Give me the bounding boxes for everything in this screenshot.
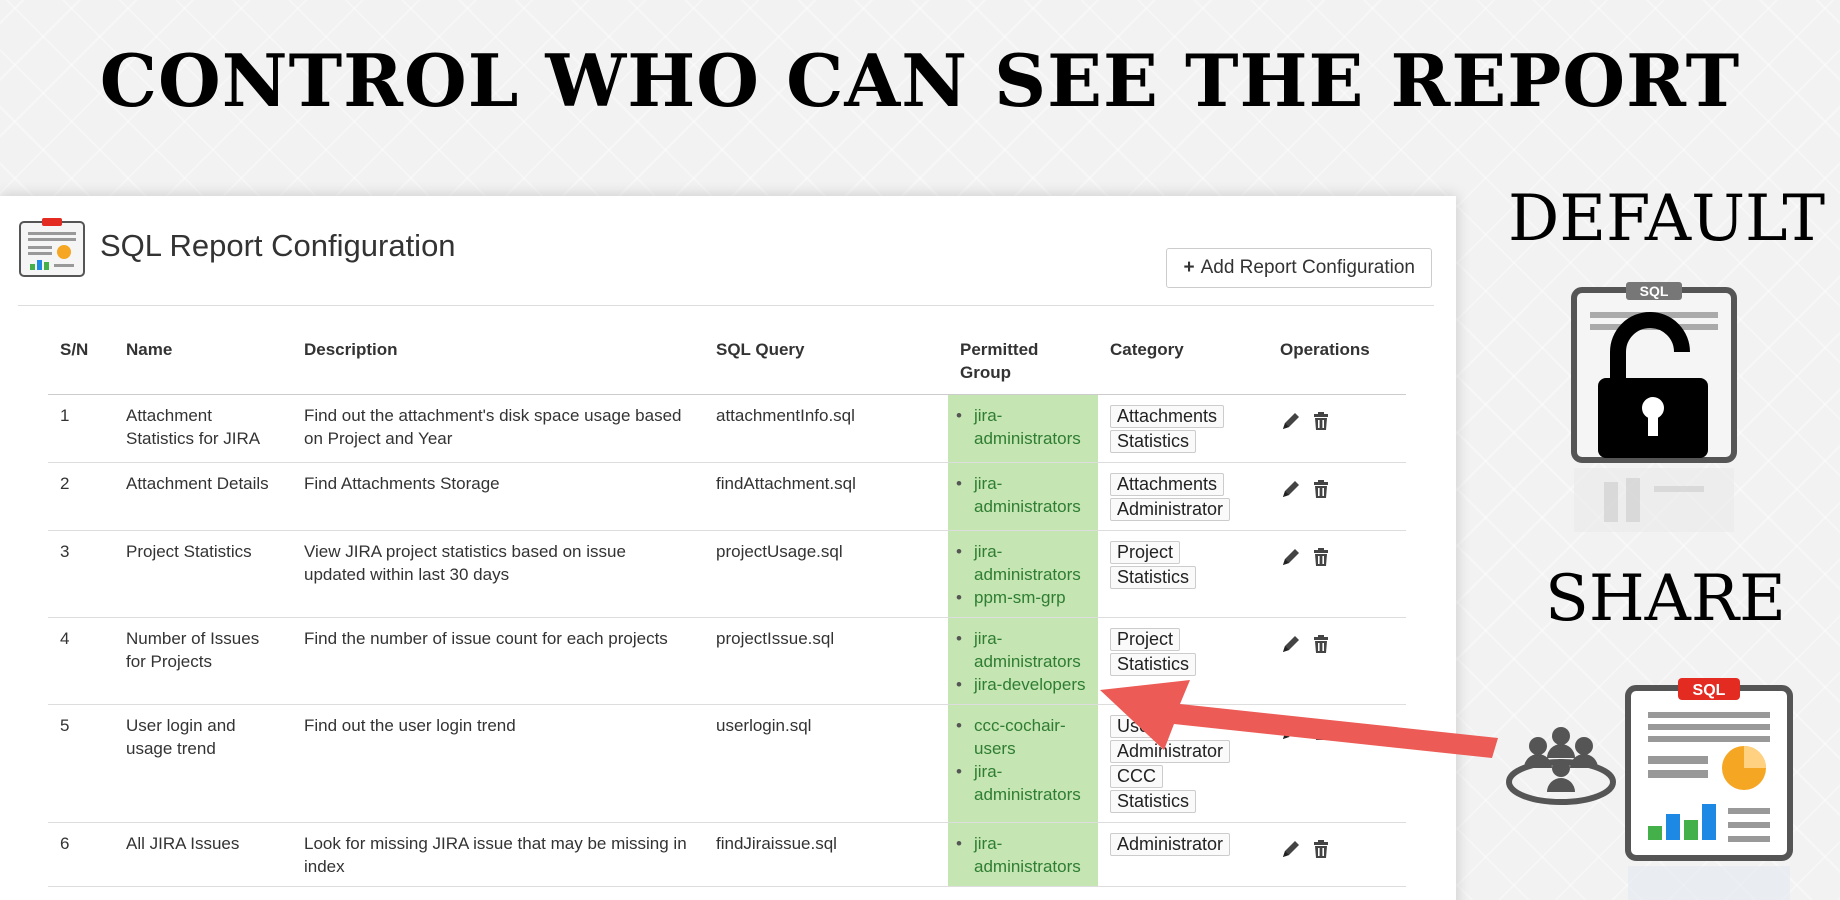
cell-sql-query: findJiraissue.sql [704,822,948,887]
cell-sn: 4 [48,617,114,705]
cell-description: Find Attachments Storage [292,462,704,531]
cell-description: Find out the attachment's disk space usa… [292,394,704,463]
col-operations: Operations [1268,326,1406,395]
permitted-group-item: jira-developers [954,673,1086,696]
category-tag[interactable]: Attachments [1110,405,1225,428]
category-tag[interactable]: Project [1110,628,1181,651]
permitted-group-item: jira-administrators [954,760,1086,806]
category-tag[interactable]: Statistics [1110,790,1197,813]
panel-title: SQL Report Configuration [100,228,456,263]
cell-description: Look for missing JIRA issue that may be … [292,822,704,887]
delete-icon[interactable] [1310,838,1332,860]
headline: CONTROL WHO CAN SEE THE REPORT [99,38,1741,123]
cell-description: Find out the user login trend [292,704,704,823]
cell-description: Find the number of issue count for each … [292,617,704,705]
sql-report-panel: SQL Report Configuration + Add Report Con… [0,196,1456,900]
category-tag[interactable]: Statistics [1110,653,1197,676]
permitted-group-item: jira-administrators [954,627,1086,673]
col-category: Category [1098,326,1268,395]
cell-sn: 2 [48,462,114,531]
permitted-group-item: jira-administrators [954,540,1086,586]
cell-name: Project Statistics [114,530,292,618]
cell-sn: 6 [48,822,114,887]
edit-icon[interactable] [1280,633,1302,655]
delete-icon[interactable] [1310,546,1332,568]
report-table: S/N Name Description SQL Query Permitted… [48,326,1406,887]
edit-icon[interactable] [1280,410,1302,432]
col-sn: S/N [48,326,114,395]
cell-category: Attachments Administrator [1098,462,1268,531]
col-description: Description [292,326,704,395]
cell-permitted-group: ccc-cochair-usersjira-administrators [948,704,1098,823]
share-sql-badge: SQL [1693,682,1726,699]
col-sql-query: SQL Query [704,326,948,395]
table-row: 6 All JIRA Issues Look for missing JIRA is… [48,822,1406,887]
cell-permitted-group: jira-administrators [948,462,1098,531]
cell-name: Attachment Details [114,462,292,531]
table-header-row: S/N Name Description SQL Query Permitted… [48,326,1406,395]
plus-icon: + [1183,257,1195,278]
cell-sn: 3 [48,530,114,618]
report-app-icon [19,218,85,277]
cell-permitted-group: jira-administratorsjira-developers [948,617,1098,705]
lock-sql-badge: SQL [1640,283,1669,299]
table-row: 2 Attachment Details Find Attachments Stor… [48,462,1406,531]
cell-sql-query: projectIssue.sql [704,617,948,705]
cell-sql-query: userlogin.sql [704,704,948,823]
cell-operations [1268,822,1406,887]
category-tag[interactable]: Administrator [1110,498,1231,521]
category-tag[interactable]: CCC [1110,765,1163,788]
col-permitted-group: Permitted Group [948,326,1098,395]
cell-name: All JIRA Issues [114,822,292,887]
category-tag[interactable]: Project [1110,541,1181,564]
delete-icon[interactable] [1310,633,1332,655]
edit-icon[interactable] [1280,546,1302,568]
shared-report-icon: SQL [1625,678,1793,900]
cell-permitted-group: jira-administratorsppm-sm-grp [948,530,1098,618]
share-label: SHARE [1545,562,1786,636]
cell-permitted-group: jira-administrators [948,394,1098,463]
delete-icon[interactable] [1310,410,1332,432]
share-arrow-icon [1100,680,1498,758]
cell-category: Administrator [1098,822,1268,887]
cell-sql-query: attachmentInfo.sql [704,394,948,463]
cell-sn: 5 [48,704,114,823]
cell-sn: 1 [48,394,114,463]
edit-icon[interactable] [1280,838,1302,860]
edit-icon[interactable] [1280,478,1302,500]
cell-description: View JIRA project statistics based on is… [292,530,704,618]
category-tag[interactable]: Statistics [1110,566,1197,589]
table-row: 1 Attachment Statistics for JIRA Find out … [48,394,1406,463]
category-tag[interactable]: Attachments [1110,473,1225,496]
cell-sql-query: findAttachment.sql [704,462,948,531]
col-name: Name [114,326,292,395]
default-label: DEFAULT [1508,182,1825,256]
permitted-group-item: ccc-cochair-users [954,714,1086,760]
locked-report-icon: SQL [1571,282,1737,532]
category-tag[interactable]: Statistics [1110,430,1197,453]
cell-operations [1268,394,1406,463]
panel-header: SQL Report Configuration + Add Report Con… [18,216,1434,306]
cell-category: Attachments Statistics [1098,394,1268,463]
add-report-configuration-button[interactable]: + Add Report Configuration [1166,248,1432,288]
category-tag[interactable]: Administrator [1110,833,1231,856]
cell-sql-query: projectUsage.sql [704,530,948,618]
cell-name: Number of Issues for Projects [114,617,292,705]
permitted-group-item: jira-administrators [954,404,1086,450]
cell-category: Project Statistics [1098,530,1268,618]
permitted-group-item: jira-administrators [954,832,1086,878]
user-group-icon [1506,727,1616,805]
delete-icon[interactable] [1310,478,1332,500]
header-divider [18,305,1434,306]
cell-name: User login and usage trend [114,704,292,823]
permitted-group-item: ppm-sm-grp [954,586,1086,609]
cell-name: Attachment Statistics for JIRA [114,394,292,463]
table-row: 3 Project Statistics View JIRA project sta… [48,530,1406,618]
permitted-group-item: jira-administrators [954,472,1086,518]
cell-operations [1268,530,1406,618]
cell-operations [1268,462,1406,531]
cell-permitted-group: jira-administrators [948,822,1098,887]
add-button-label: Add Report Configuration [1200,257,1415,278]
